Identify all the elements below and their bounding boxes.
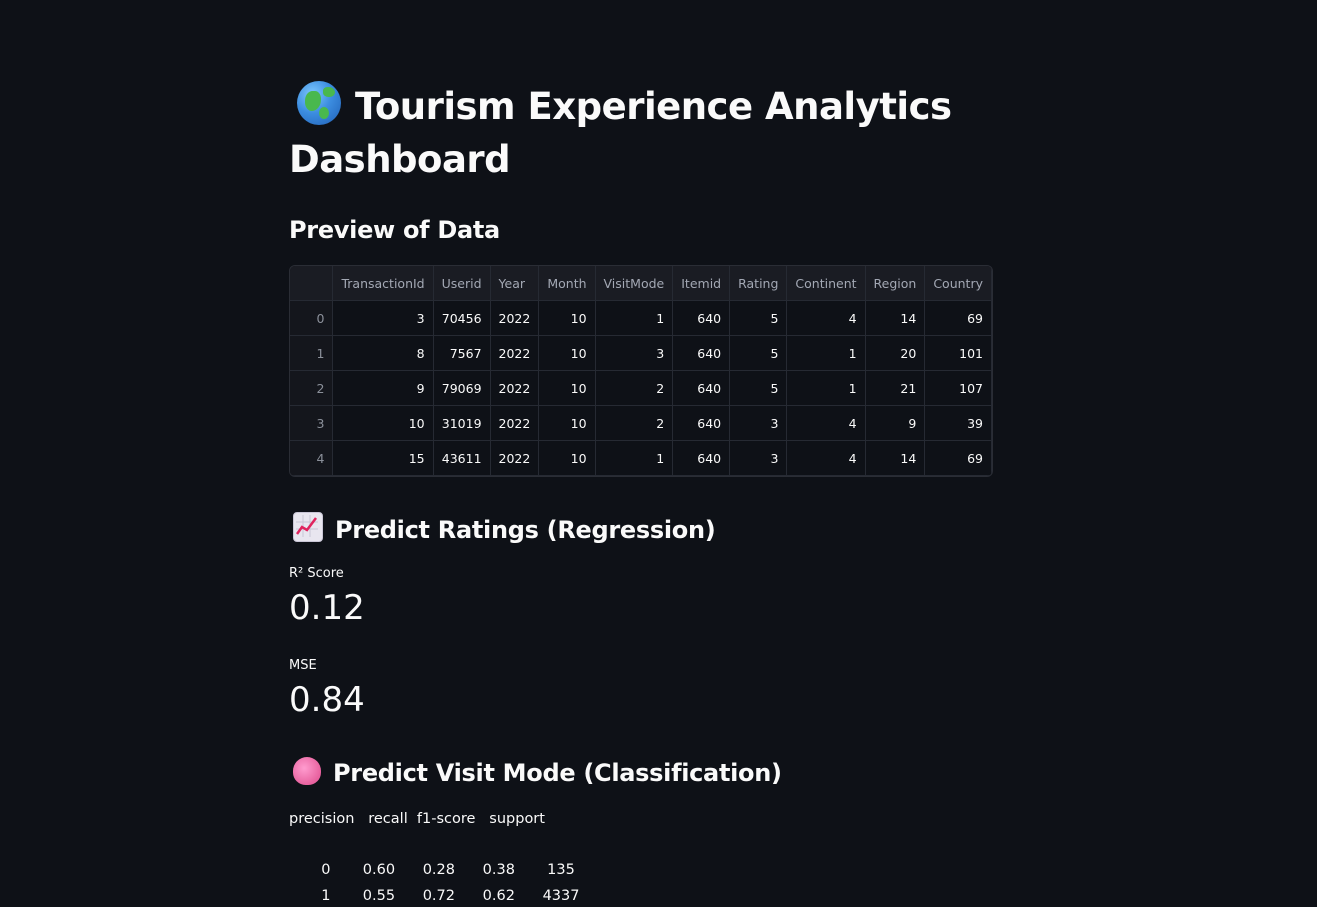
preview-heading: Preview of Data bbox=[289, 216, 500, 244]
table-cell[interactable]: 2022 bbox=[490, 335, 540, 371]
table-cell[interactable]: 5 bbox=[729, 335, 788, 371]
table-cell[interactable]: 1 bbox=[786, 370, 866, 406]
row-index-cell[interactable]: 1 bbox=[290, 335, 334, 371]
table-cell[interactable]: 1 bbox=[595, 440, 674, 476]
globe-icon bbox=[297, 81, 341, 125]
r2-score-label: R² Score bbox=[289, 566, 344, 581]
classification-report-row: 1 0.55 0.72 0.62 4337 bbox=[289, 888, 580, 904]
table-cell[interactable]: 4 bbox=[786, 405, 866, 441]
table-cell[interactable]: 14 bbox=[865, 440, 926, 476]
table-cell[interactable]: 69 bbox=[924, 440, 992, 476]
table-cell[interactable]: 3 bbox=[729, 440, 788, 476]
table-cell[interactable]: 4 bbox=[786, 300, 866, 336]
table-cell[interactable]: 4 bbox=[786, 440, 866, 476]
table-cell[interactable]: 70456 bbox=[433, 300, 491, 336]
row-index-cell[interactable]: 3 bbox=[290, 405, 334, 441]
regression-heading-text: Predict Ratings (Regression) bbox=[335, 516, 716, 544]
table-row: 2 9 79069 2022 10 2 640 5 1 21 107 bbox=[290, 370, 992, 406]
table-cell[interactable]: 9 bbox=[865, 405, 926, 441]
column-header[interactable]: VisitMode bbox=[595, 266, 674, 301]
classification-report-header: precision recall f1-score support bbox=[289, 811, 545, 827]
mse-label: MSE bbox=[289, 658, 317, 673]
table-cell[interactable]: 10 bbox=[538, 440, 596, 476]
table-cell[interactable]: 9 bbox=[332, 370, 434, 406]
index-column-header[interactable] bbox=[290, 266, 334, 301]
row-index-cell[interactable]: 0 bbox=[290, 300, 334, 336]
table-cell[interactable]: 39 bbox=[924, 405, 992, 441]
column-header[interactable]: Year bbox=[490, 266, 540, 301]
chart-increasing-icon bbox=[293, 512, 323, 542]
column-header[interactable]: Userid bbox=[433, 266, 491, 301]
table-cell[interactable]: 69 bbox=[924, 300, 992, 336]
table-cell[interactable]: 3 bbox=[332, 300, 434, 336]
table-cell[interactable]: 2022 bbox=[490, 440, 540, 476]
column-header[interactable]: Itemid bbox=[672, 266, 731, 301]
regression-heading: Predict Ratings (Regression) bbox=[289, 512, 716, 544]
r2-score-value: 0.12 bbox=[289, 588, 365, 628]
table-cell[interactable]: 640 bbox=[672, 405, 731, 441]
page-title: Tourism Experience Analytics Dashboard bbox=[289, 80, 993, 186]
column-header[interactable]: TransactionId bbox=[332, 266, 434, 301]
classification-report-row: 0 0.60 0.28 0.38 135 bbox=[289, 862, 575, 878]
table-cell[interactable]: 21 bbox=[865, 370, 926, 406]
classification-heading: Predict Visit Mode (Classification) bbox=[289, 757, 782, 787]
classification-heading-text: Predict Visit Mode (Classification) bbox=[333, 759, 782, 787]
column-header[interactable]: Month bbox=[538, 266, 596, 301]
preview-table: TransactionId Userid Year Month VisitMode Ite… bbox=[290, 266, 992, 476]
table-cell[interactable]: 1 bbox=[595, 300, 674, 336]
table-cell[interactable]: 5 bbox=[729, 300, 788, 336]
table-row: 1 8 7567 2022 10 3 640 5 1 20 101 bbox=[290, 335, 992, 371]
table-cell[interactable]: 10 bbox=[538, 300, 596, 336]
table-cell[interactable]: 10 bbox=[538, 405, 596, 441]
table-header-row: TransactionId Userid Year Month VisitMode Ite… bbox=[290, 266, 992, 301]
row-index-cell[interactable]: 2 bbox=[290, 370, 334, 406]
brain-icon bbox=[293, 757, 321, 785]
table-cell[interactable]: 7567 bbox=[433, 335, 491, 371]
table-cell[interactable]: 107 bbox=[924, 370, 992, 406]
table-cell[interactable]: 640 bbox=[672, 370, 731, 406]
table-cell[interactable]: 3 bbox=[729, 405, 788, 441]
table-cell[interactable]: 10 bbox=[538, 370, 596, 406]
column-header[interactable]: Rating bbox=[729, 266, 788, 301]
table-cell[interactable]: 14 bbox=[865, 300, 926, 336]
data-preview-table[interactable]: TransactionId Userid Year Month VisitMode Ite… bbox=[289, 265, 993, 477]
table-cell[interactable]: 15 bbox=[332, 440, 434, 476]
table-cell[interactable]: 2 bbox=[595, 405, 674, 441]
table-cell[interactable]: 10 bbox=[538, 335, 596, 371]
table-cell[interactable]: 31019 bbox=[433, 405, 491, 441]
table-cell[interactable]: 1 bbox=[786, 335, 866, 371]
page-title-text: Tourism Experience Analytics Dashboard bbox=[289, 85, 952, 181]
table-cell[interactable]: 2022 bbox=[490, 370, 540, 406]
table-cell[interactable]: 2022 bbox=[490, 300, 540, 336]
table-cell[interactable]: 640 bbox=[672, 440, 731, 476]
column-header[interactable]: Region bbox=[865, 266, 926, 301]
table-cell[interactable]: 2022 bbox=[490, 405, 540, 441]
table-cell[interactable]: 101 bbox=[924, 335, 992, 371]
table-cell[interactable]: 640 bbox=[672, 300, 731, 336]
table-row: 0 3 70456 2022 10 1 640 5 4 14 69 bbox=[290, 300, 992, 336]
table-cell[interactable]: 79069 bbox=[433, 370, 491, 406]
table-cell[interactable]: 2 bbox=[595, 370, 674, 406]
column-header[interactable]: Country bbox=[924, 266, 992, 301]
table-row: 4 15 43611 2022 10 1 640 3 4 14 69 bbox=[290, 440, 992, 476]
mse-value: 0.84 bbox=[289, 680, 365, 720]
table-cell[interactable]: 10 bbox=[332, 405, 434, 441]
row-index-cell[interactable]: 4 bbox=[290, 440, 334, 476]
table-cell[interactable]: 43611 bbox=[433, 440, 491, 476]
column-header[interactable]: Continent bbox=[786, 266, 866, 301]
table-cell[interactable]: 8 bbox=[332, 335, 434, 371]
table-cell[interactable]: 5 bbox=[729, 370, 788, 406]
table-cell[interactable]: 20 bbox=[865, 335, 926, 371]
table-row: 3 10 31019 2022 10 2 640 3 4 9 39 bbox=[290, 405, 992, 441]
table-cell[interactable]: 640 bbox=[672, 335, 731, 371]
table-cell[interactable]: 3 bbox=[595, 335, 674, 371]
